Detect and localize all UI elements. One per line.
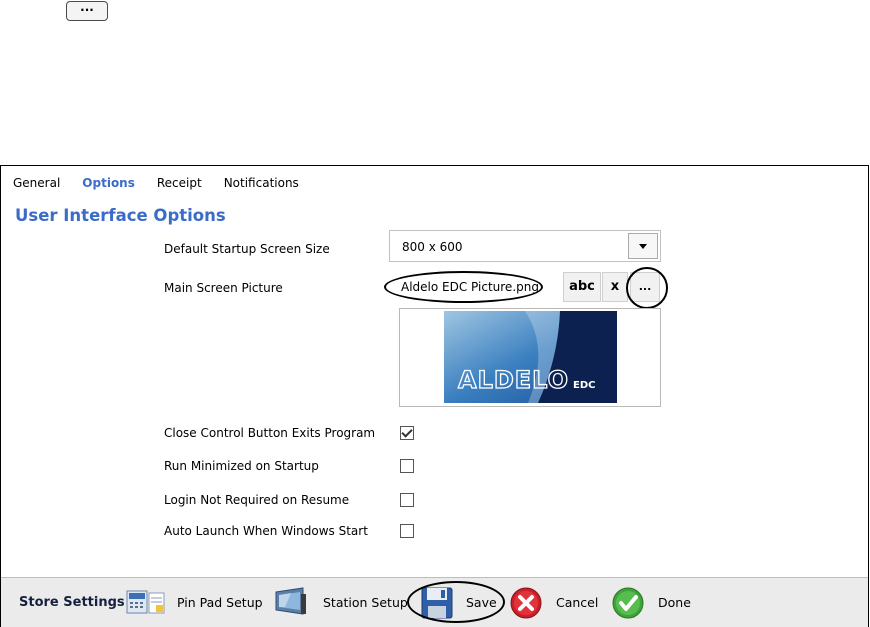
startup-size-value: 800 x 600 (402, 240, 463, 254)
settings-panel: General Options Receipt Notifications Us… (0, 165, 869, 627)
main-picture-label: Main Screen Picture (164, 281, 283, 295)
pin-pad-setup-button[interactable]: Pin Pad Setup (177, 595, 263, 610)
run-minimized-label: Run Minimized on Startup (164, 459, 319, 473)
logo-text: ALDELO (458, 366, 569, 394)
startup-size-select[interactable]: 800 x 600 (389, 230, 661, 262)
highlight-oval-file (384, 271, 543, 303)
cancel-icon[interactable] (509, 586, 543, 620)
tab-receipt[interactable]: Receipt (157, 176, 202, 190)
auto-launch-label: Auto Launch When Windows Start (164, 524, 368, 538)
pin-pad-icon[interactable] (126, 589, 166, 615)
highlight-oval-browse (626, 267, 668, 309)
login-not-required-label: Login Not Required on Resume (164, 493, 350, 507)
footer-title: Store Settings (19, 595, 125, 610)
startup-size-label: Default Startup Screen Size (164, 242, 330, 256)
close-exits-label: Close Control Button Exits Program (164, 426, 376, 440)
section-title: User Interface Options (15, 206, 226, 225)
run-minimized-checkbox[interactable] (400, 459, 414, 473)
chevron-down-icon[interactable] (628, 233, 658, 259)
station-icon[interactable] (273, 586, 309, 618)
cancel-button[interactable]: Cancel (556, 595, 598, 610)
highlight-oval-save (407, 581, 505, 623)
clear-button[interactable]: x (602, 272, 628, 302)
tab-notifications[interactable]: Notifications (224, 176, 299, 190)
done-icon[interactable] (611, 586, 645, 620)
auto-launch-checkbox[interactable] (400, 524, 414, 538)
close-exits-checkbox[interactable] (400, 426, 414, 440)
footer-toolbar: Store Settings Pin Pad Setup Station Set… (1, 577, 868, 627)
logo-suffix: EDC (573, 380, 595, 391)
tab-options[interactable]: Options (82, 176, 135, 190)
rename-button[interactable]: abc (563, 272, 601, 302)
aldelo-logo-image: ALDELO EDC (444, 311, 617, 403)
done-button[interactable]: Done (658, 595, 691, 610)
picture-preview: ALDELO EDC (399, 308, 661, 407)
login-not-required-checkbox[interactable] (400, 493, 414, 507)
tab-bar: General Options Receipt Notifications (13, 176, 321, 190)
top-browse-button[interactable]: ... (66, 1, 108, 21)
station-setup-button[interactable]: Station Setup (323, 595, 408, 610)
tab-general[interactable]: General (13, 176, 60, 190)
